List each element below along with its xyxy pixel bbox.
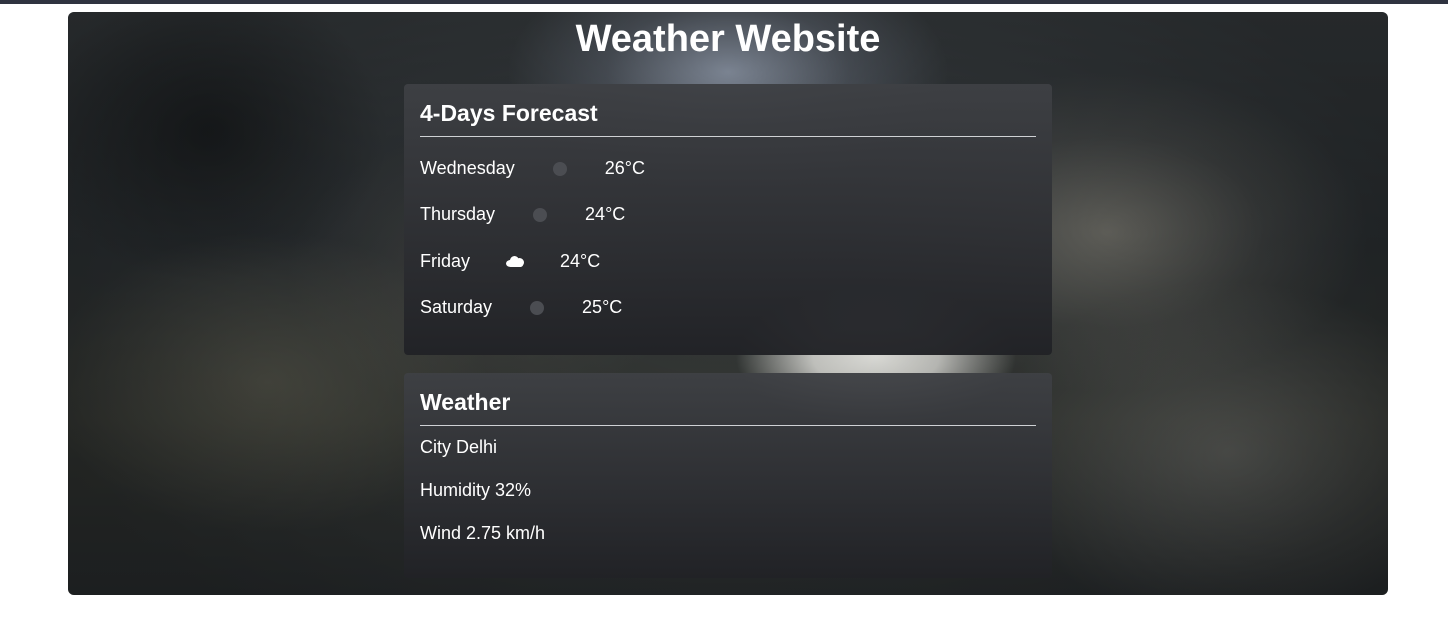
weather-dot-icon — [530, 299, 546, 315]
forecast-day: Saturday — [420, 296, 493, 317]
forecast-day: Wednesday — [420, 157, 515, 178]
forecast-day: Thursday — [420, 203, 496, 224]
forecast-temp: 24°C — [585, 203, 626, 224]
humidity-value: Humidity 32% — [420, 480, 532, 500]
weather-heading: Weather — [420, 373, 1036, 426]
forecast-row-thursday: Thursday 24°C — [420, 202, 625, 226]
wind-value: Wind 2.75 km/h — [420, 523, 546, 543]
forecast-row-friday: Friday 24°C — [420, 249, 600, 273]
top-bar — [0, 0, 1448, 4]
forecast-row-saturday: Saturday 25°C — [420, 295, 622, 319]
forecast-day: Friday — [420, 250, 471, 271]
forecast-card: 4-Days Forecast Wednesday 26°C Thursday … — [404, 84, 1052, 355]
forecast-heading: 4-Days Forecast — [420, 84, 1036, 137]
forecast-temp: 25°C — [582, 296, 623, 317]
forecast-temp: 24°C — [560, 250, 601, 271]
forecast-temp: 26°C — [604, 157, 645, 178]
forecast-row-wednesday: Wednesday 26°C — [420, 156, 645, 180]
weather-card: Weather City Delhi Humidity 32% Wind 2.7… — [404, 373, 1052, 578]
page-title: Weather Website — [575, 18, 881, 60]
hero-background: Weather Website 4-Days Forecast Wednesda… — [68, 12, 1388, 595]
city-value: City Delhi — [420, 437, 498, 457]
weather-dot-icon — [552, 160, 569, 176]
cloud-icon — [506, 253, 525, 269]
weather-dot-icon — [533, 206, 549, 222]
